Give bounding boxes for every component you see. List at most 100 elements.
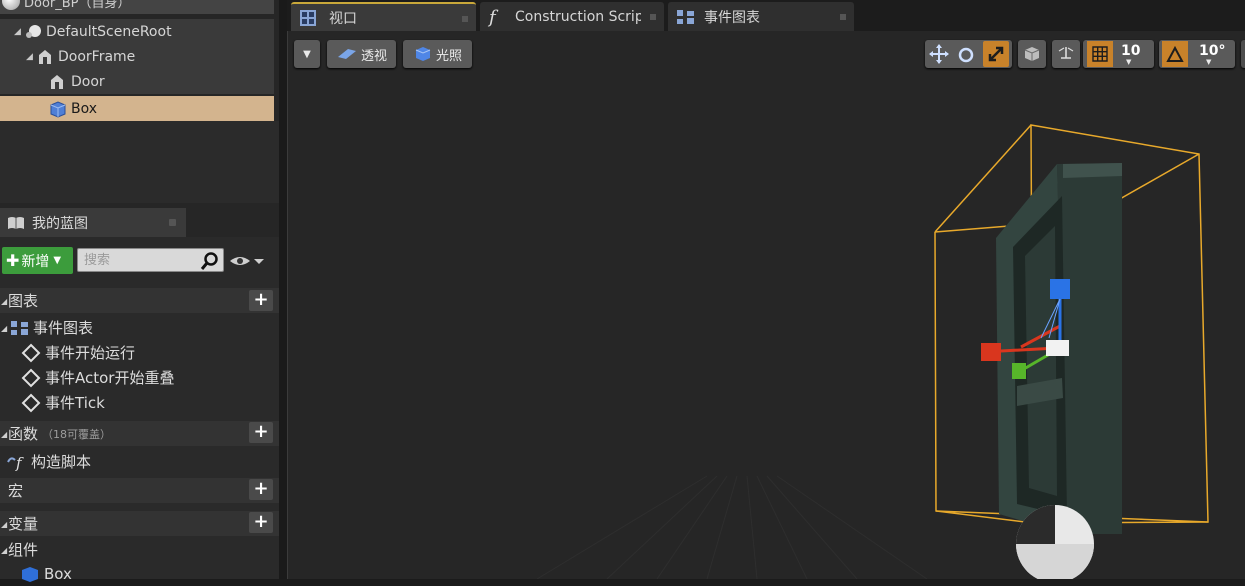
function-icon: f — [487, 7, 499, 27]
item-construction-script[interactable]: f 构造脚本 — [0, 449, 279, 474]
svg-text:f: f — [487, 7, 499, 27]
door-scene — [934, 124, 1209, 579]
section-components-label: 组件 — [8, 541, 39, 559]
scene-root-icon — [26, 24, 41, 38]
search-field[interactable] — [77, 248, 224, 272]
perspective-button[interactable]: 透视 — [327, 40, 396, 68]
plus-icon: ✚ — [6, 251, 20, 270]
lighting-button[interactable]: 光照 — [403, 40, 472, 68]
overridable-count: （18可覆盖） — [42, 427, 112, 441]
expand-arrow-icon[interactable]: ◢ — [1, 430, 7, 439]
expand-arrow-icon[interactable]: ◢ — [1, 546, 7, 555]
tree-item-label: DefaultSceneRoot — [46, 23, 172, 40]
close-icon[interactable] — [169, 219, 176, 226]
components-title: Door_BP（自身） — [24, 0, 131, 11]
expand-arrow-icon[interactable]: ◢ — [14, 27, 22, 36]
chevron-down-icon: ▼ — [1206, 58, 1212, 66]
lit-cube-icon — [415, 47, 431, 61]
rotation-snap-group: 10° ▼ — [1159, 40, 1235, 68]
section-variables-label: 变量 — [8, 515, 39, 533]
grid-icon — [1091, 46, 1108, 62]
panel-splitter[interactable] — [279, 0, 287, 579]
add-new-label: 新增 — [21, 253, 50, 270]
tab-label: 事件图表 — [704, 9, 760, 26]
surface-snap-icon — [1058, 47, 1074, 59]
function-icon: f — [7, 454, 24, 472]
rotation-snap-value[interactable]: 10° — [1199, 43, 1225, 59]
left-panel: Door_BP（自身） ◢ DefaultSceneRoot ◢ DoorFra… — [0, 0, 279, 583]
expand-arrow-icon[interactable]: ◢ — [26, 52, 34, 61]
viewport-icon — [300, 9, 316, 26]
viewport[interactable]: ▼ 透视 光照 10 ▼ 10° ▼ — [287, 31, 1245, 579]
tree-item-label: Box — [71, 100, 98, 117]
event-graph-icon — [677, 9, 694, 24]
section-components[interactable]: ◢ 组件 — [0, 537, 279, 562]
box-collision-icon — [50, 100, 66, 118]
perspective-plane-icon — [337, 49, 356, 59]
tab-event-graph[interactable]: 事件图表 — [668, 2, 854, 31]
tab-viewport[interactable]: 视口 — [291, 2, 476, 31]
tree-item-label: DoorFrame — [58, 48, 136, 65]
box-collision-icon — [22, 566, 38, 582]
svg-text:f: f — [15, 454, 24, 472]
section-macros-label: 宏 — [8, 482, 24, 500]
visibility-eye-icon[interactable] — [229, 252, 267, 270]
tab-my-blueprint[interactable]: 我的蓝图 — [0, 208, 186, 237]
item-label: Box — [44, 564, 72, 583]
add-graph-button[interactable]: + — [249, 290, 273, 311]
scale-icon[interactable] — [982, 41, 1009, 67]
close-icon[interactable] — [650, 14, 656, 20]
tree-item-label: Door — [71, 73, 105, 90]
static-mesh-icon — [51, 74, 63, 89]
section-graphs[interactable]: ◢ 图表 — [0, 288, 279, 313]
item-label: 事件Tick — [45, 394, 105, 412]
tree-item-door[interactable]: Door — [0, 69, 274, 94]
item-event-begin-play[interactable]: 事件开始运行 — [0, 340, 279, 365]
add-macro-button[interactable]: + — [249, 479, 273, 500]
rotate-icon[interactable] — [956, 44, 976, 64]
expand-arrow-icon[interactable]: ◢ — [1, 297, 7, 306]
rotation-snap-toggle[interactable] — [1162, 41, 1188, 67]
item-event-graph[interactable]: ◢ 事件图表 — [0, 315, 279, 340]
event-diamond-icon — [21, 343, 41, 362]
item-component-box[interactable]: Box — [0, 561, 279, 586]
book-icon — [8, 216, 24, 229]
expand-arrow-icon[interactable]: ◢ — [1, 324, 7, 333]
tree-item-box[interactable]: Box — [0, 96, 274, 121]
search-icon[interactable] — [200, 251, 220, 271]
add-variable-button[interactable]: + — [249, 512, 273, 533]
item-label: 事件开始运行 — [45, 344, 136, 362]
translate-icon[interactable] — [928, 43, 950, 65]
item-label: 构造脚本 — [31, 453, 92, 471]
surface-snap-button[interactable] — [1052, 40, 1080, 68]
close-icon[interactable] — [840, 14, 846, 20]
section-functions[interactable]: ◢ 函数 （18可覆盖） — [0, 421, 279, 446]
tree-item-doorframe[interactable]: ◢ DoorFrame — [0, 44, 274, 69]
add-new-button[interactable]: ✚ 新增 ▼ — [2, 247, 73, 274]
add-function-button[interactable]: + — [249, 422, 273, 443]
coordinate-space-button[interactable] — [1018, 40, 1046, 68]
tab-construction-script[interactable]: f Construction Script — [480, 2, 664, 31]
close-icon[interactable] — [462, 16, 468, 22]
section-macros[interactable]: 宏 — [0, 478, 279, 503]
section-graphs-label: 图表 — [8, 292, 39, 310]
expand-arrow-icon[interactable]: ◢ — [1, 520, 7, 529]
event-diamond-icon — [21, 368, 41, 387]
world-cube-icon — [1024, 47, 1040, 61]
tree-item-defaultsceneroot[interactable]: ◢ DefaultSceneRoot — [0, 19, 274, 44]
grid-snap-value[interactable]: 10 — [1121, 43, 1140, 59]
item-event-actor-begin-overlap[interactable]: 事件Actor开始重叠 — [0, 365, 279, 390]
item-event-tick[interactable]: 事件Tick — [0, 390, 279, 415]
viewport-options-button[interactable]: ▼ — [294, 40, 320, 68]
search-input[interactable] — [78, 249, 193, 271]
item-label: 事件Actor开始重叠 — [45, 369, 175, 387]
angle-icon — [1166, 45, 1184, 62]
scale-snap-button-partial[interactable] — [1241, 40, 1245, 68]
section-variables[interactable]: ◢ 变量 — [0, 511, 279, 536]
actor-icon — [2, 0, 20, 10]
event-diamond-icon — [21, 393, 41, 412]
item-label: 事件图表 — [33, 319, 94, 337]
section-functions-label: 函数 — [8, 425, 39, 443]
grid-snap-toggle[interactable] — [1086, 41, 1113, 67]
tab-label: 视口 — [329, 10, 357, 27]
